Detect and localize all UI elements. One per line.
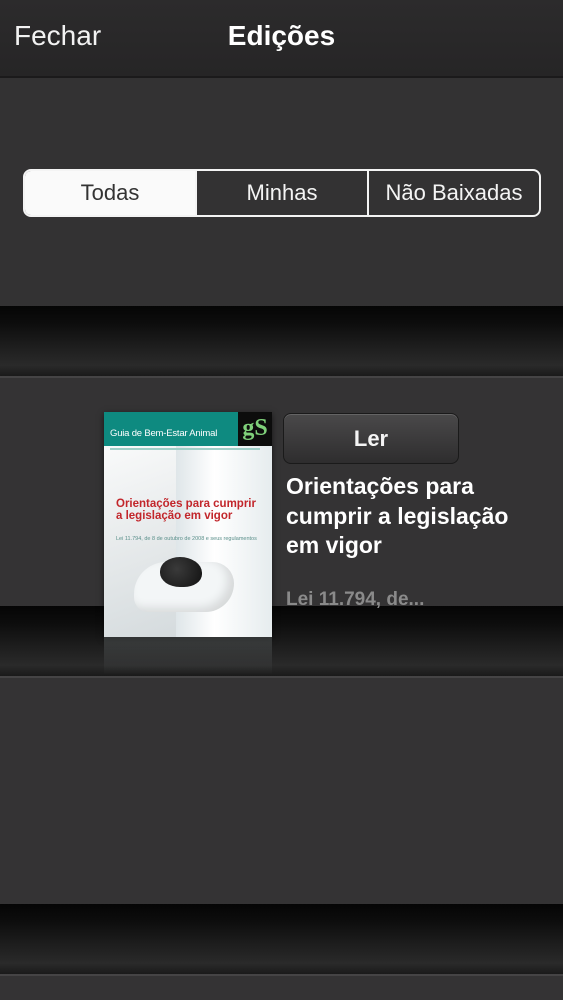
edition-cover[interactable]: Guia de Bem-Estar Animal gS Orientações … <box>104 412 272 637</box>
segment-all[interactable]: Todas <box>25 171 195 215</box>
page-title: Edições <box>227 20 336 51</box>
cover-divider <box>110 448 260 450</box>
read-button[interactable]: Ler <box>283 413 459 464</box>
cover-subline: Lei 11.794, de 8 de outubro de 2008 e se… <box>116 536 257 542</box>
shelf-divider <box>0 606 563 678</box>
publisher-logo: gS <box>238 412 272 446</box>
shelf-row <box>0 678 563 904</box>
filter-segmented-control: Todas Minhas Não Baixadas <box>23 169 541 217</box>
cover-reflection <box>104 637 272 675</box>
cover-headline: Orientações para cumprir a legislação em… <box>116 498 256 522</box>
shelf-row <box>0 976 563 1000</box>
segment-not-downloaded[interactable]: Não Baixadas <box>367 171 539 215</box>
shelf-divider <box>0 904 563 976</box>
navigation-bar: Fechar Edições <box>0 0 563 78</box>
edition-subtitle: Lei 11.794, de... <box>286 589 425 610</box>
shelf-divider <box>0 306 563 378</box>
edition-title: Orientações para cumprir a legislação em… <box>286 473 509 558</box>
cover-masthead: Guia de Bem-Estar Animal <box>110 428 218 439</box>
segment-mine[interactable]: Minhas <box>195 171 367 215</box>
cover-mouse-image <box>160 557 202 587</box>
